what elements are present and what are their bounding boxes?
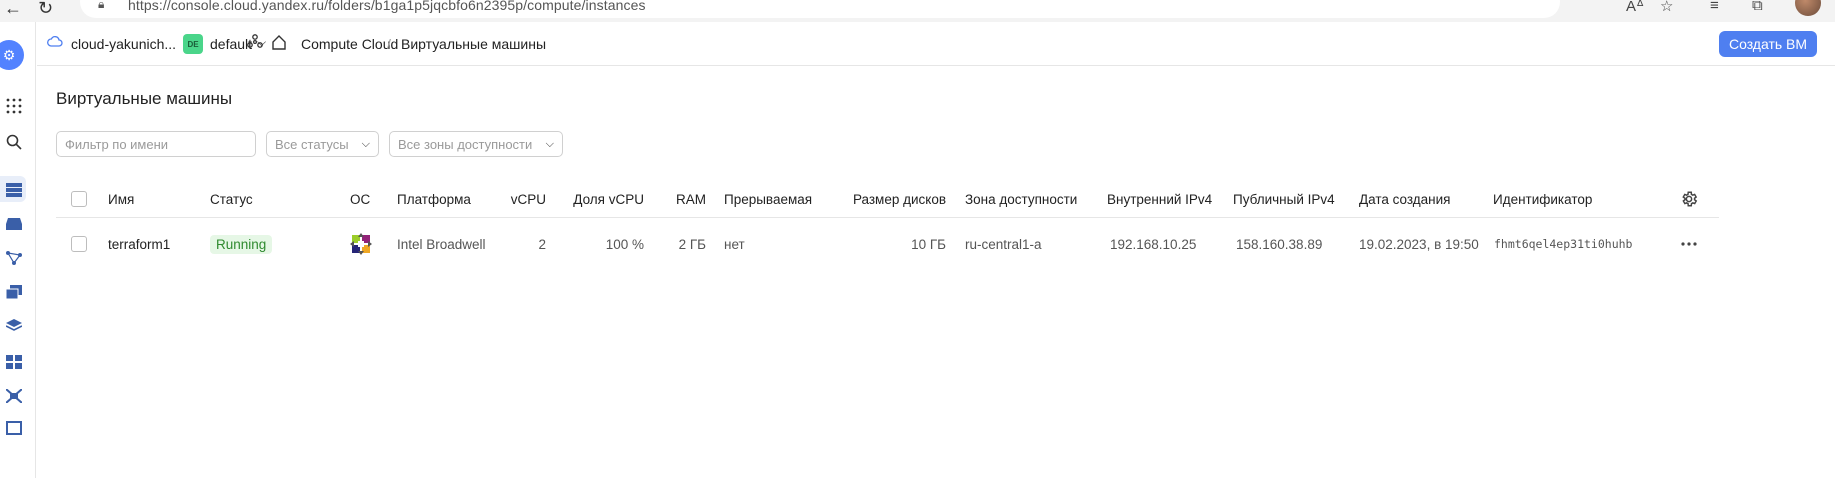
browser-toolbar: ← ↻ 🔒︎ https://console.cloud.yandex.ru/f… (0, 0, 1835, 22)
virtual-machines-icon[interactable] (0, 176, 28, 204)
lock-icon[interactable]: 🔒︎ (98, 0, 104, 12)
page-title: Виртуальные машины (56, 89, 233, 108)
folder-selector[interactable]: default (210, 36, 252, 52)
favorites-list-icon[interactable]: ≡ (1710, 0, 1719, 14)
layers-icon[interactable] (0, 312, 28, 340)
resource-graph-icon[interactable] (247, 34, 263, 55)
column-header-platform[interactable]: Платформа (397, 180, 471, 218)
vcpu-value: 2 (538, 236, 546, 252)
table-header: Имя Статус ОС Платформа vCPU Доля vCPU R… (56, 180, 1719, 218)
folder-badge: DE (183, 34, 203, 54)
column-header-vcpu-share[interactable]: Доля vCPU (564, 180, 644, 218)
centos-icon (349, 218, 373, 270)
yandex-cloud-logo-icon[interactable]: ⚙ (0, 40, 24, 70)
column-header-internal-ipv4[interactable]: Внутренний IPv4 (1107, 180, 1212, 218)
zone-select-value: Все зоны доступности (398, 136, 533, 152)
create-vm-button[interactable]: Создать ВМ (1719, 31, 1817, 57)
column-header-ram[interactable]: RAM (666, 180, 706, 218)
column-header-name[interactable]: Имя (108, 180, 134, 218)
networks-icon[interactable] (0, 244, 28, 272)
vcpu-share-value: 100 % (605, 236, 644, 252)
status-badge: Running (210, 234, 273, 254)
instance-groups-icon[interactable] (0, 348, 28, 376)
disk-size-value: 10 ГБ (911, 236, 946, 252)
profile-avatar[interactable] (1795, 0, 1821, 16)
column-header-os[interactable]: ОС (350, 180, 370, 218)
home-icon[interactable] (271, 34, 287, 55)
column-header-status[interactable]: Статус (210, 180, 253, 218)
column-header-public-ipv4[interactable]: Публичный IPv4 (1233, 180, 1335, 218)
name-filter-input[interactable] (56, 131, 256, 157)
column-header-preemptible[interactable]: Прерываемая (724, 180, 812, 218)
status-select-value: Все статусы (275, 136, 349, 152)
row-actions-more-icon[interactable] (1681, 218, 1697, 270)
console-header: cloud-yakunich... DE default ⌵ Compute C… (37, 22, 1835, 66)
read-aloud-icon[interactable]: Aᐞ (1626, 0, 1644, 15)
all-services-icon[interactable] (0, 92, 28, 120)
snapshots-icon[interactable] (0, 414, 28, 442)
collections-icon[interactable]: ⧉ (1752, 0, 1763, 14)
cloud-selector[interactable]: cloud-yakunich... (71, 36, 176, 52)
cloud-icon (47, 35, 63, 47)
reload-icon[interactable]: ↻ (38, 0, 53, 19)
zone-select[interactable]: Все зоны доступности ⌵ (389, 131, 563, 157)
left-navigation-rail: ⚙ (0, 22, 36, 478)
column-header-disk-size[interactable]: Размер дисков (846, 180, 946, 218)
column-header-vcpu[interactable]: vCPU (506, 180, 546, 218)
internal-ipv4-value: 192.168.10.25 (1110, 236, 1197, 252)
disks-icon[interactable] (0, 210, 28, 238)
placement-groups-icon[interactable] (0, 382, 28, 410)
status-select[interactable]: Все статусы ⌵ (266, 131, 379, 157)
back-arrow-icon[interactable]: ← (4, 0, 22, 19)
chevron-down-icon: ⌵ (545, 137, 554, 150)
favorite-star-icon[interactable]: ☆ (1660, 0, 1673, 15)
row-checkbox[interactable] (71, 236, 87, 252)
public-ipv4-value: 158.160.38.89 (1236, 236, 1323, 252)
search-icon[interactable] (0, 128, 28, 156)
zone-value: ru-central1-a (965, 236, 1042, 252)
column-header-created[interactable]: Дата создания (1359, 180, 1451, 218)
url-text[interactable]: https://console.cloud.yandex.ru/folders/… (128, 0, 646, 13)
table-row[interactable]: terraform1 Running Intel Broadwell 2 100… (56, 218, 1719, 270)
ram-value: 2 ГБ (678, 236, 706, 252)
vm-id-value: fhmt6qel4ep31ti0huhb (1494, 237, 1633, 251)
created-value: 19.02.2023, в 19:50 (1359, 236, 1479, 252)
images-icon[interactable] (0, 278, 28, 306)
vm-name-link[interactable]: terraform1 (108, 218, 170, 270)
platform-value: Intel Broadwell (397, 236, 486, 252)
column-header-zone[interactable]: Зона доступности (965, 180, 1077, 218)
breadcrumb-current-page: Виртуальные машины (401, 36, 547, 52)
chevron-down-icon: ⌵ (361, 137, 370, 150)
column-header-id[interactable]: Идентификатор (1493, 180, 1592, 218)
preemptible-value: нет (724, 236, 745, 252)
breadcrumb-separator: / (387, 36, 391, 52)
breadcrumb-compute-cloud[interactable]: Compute Cloud (301, 36, 398, 52)
table-settings-gear-icon[interactable] (1680, 180, 1698, 218)
select-all-checkbox[interactable] (71, 191, 87, 207)
